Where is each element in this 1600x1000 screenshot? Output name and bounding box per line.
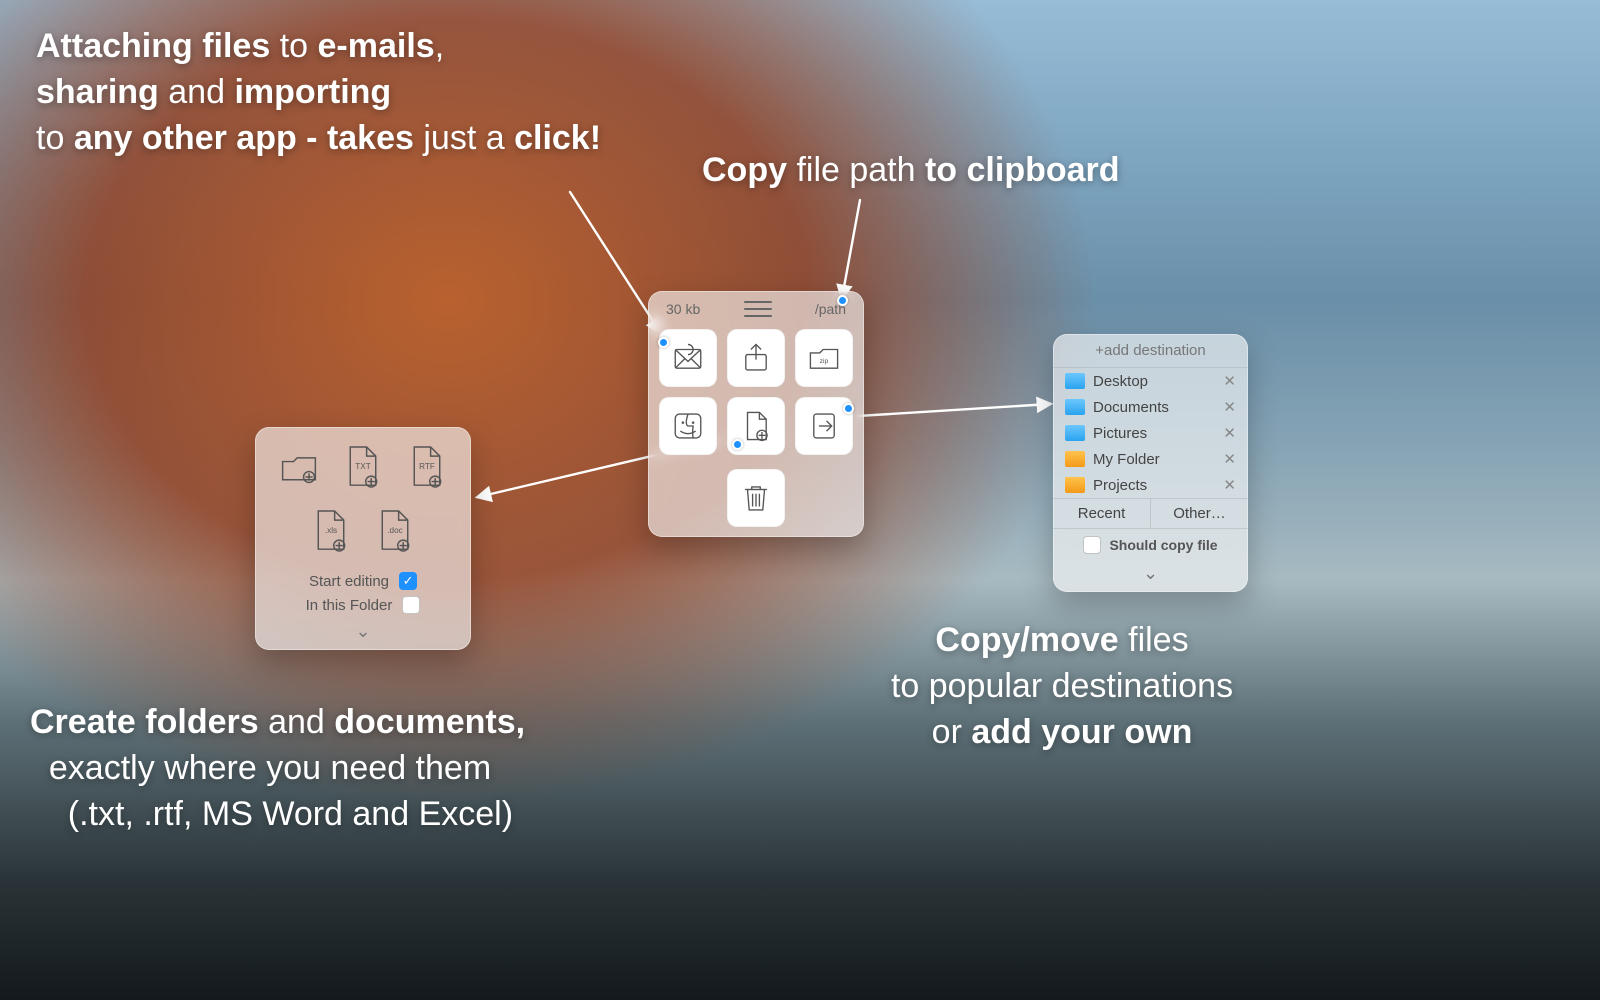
in-this-folder-row[interactable]: In this Folder <box>265 593 461 617</box>
new-rtf-button[interactable]: RTF <box>401 441 453 493</box>
chevron-down-icon[interactable]: ⌄ <box>265 617 461 642</box>
should-copy-label: Should copy file <box>1109 537 1217 553</box>
destination-list: Desktop ✕ Documents ✕ Pictures ✕ My Fold… <box>1053 368 1248 498</box>
connector-dot <box>837 295 848 306</box>
callout-copy-move: Copy/move filesto popular destinationsor… <box>822 618 1302 756</box>
file-size-label: 30 kb <box>666 301 700 317</box>
remove-destination-icon[interactable]: ✕ <box>1223 450 1236 468</box>
destination-label: Pictures <box>1093 425 1147 442</box>
share-button[interactable] <box>727 329 785 387</box>
connector-dot <box>732 439 743 450</box>
should-copy-checkbox[interactable] <box>1083 536 1101 554</box>
new-folder-button[interactable] <box>273 441 325 493</box>
connector-dot <box>658 337 669 348</box>
callout-attach-files: Attaching files to e-mails,sharing and i… <box>36 24 601 162</box>
svg-text:.xls: .xls <box>325 526 337 535</box>
new-xls-button[interactable]: .xls <box>305 505 357 557</box>
destination-item[interactable]: Projects ✕ <box>1053 472 1248 498</box>
trash-icon <box>739 481 773 515</box>
folder-icon <box>1065 425 1085 441</box>
tab-other[interactable]: Other… <box>1151 499 1248 528</box>
connector-dot <box>843 403 854 414</box>
destination-label: Documents <box>1093 399 1169 416</box>
reveal-in-finder-button[interactable] <box>659 397 717 455</box>
destination-label: Desktop <box>1093 373 1148 390</box>
destination-label: Projects <box>1093 477 1147 494</box>
share-icon <box>739 341 773 375</box>
folder-icon <box>1065 373 1085 389</box>
email-button[interactable] <box>659 329 717 387</box>
main-panel-header: 30 kb /path <box>648 291 864 323</box>
create-documents-panel: TXT RTF .xls .doc Start editing ✓ In thi… <box>255 427 471 650</box>
start-editing-label: Start editing <box>309 573 389 590</box>
svg-text:TXT: TXT <box>355 462 370 471</box>
new-doc-button[interactable]: .doc <box>369 505 421 557</box>
destination-item[interactable]: Desktop ✕ <box>1053 368 1248 394</box>
remove-destination-icon[interactable]: ✕ <box>1223 424 1236 442</box>
folder-icon <box>1065 451 1085 467</box>
folder-icon <box>1065 477 1085 493</box>
add-destination-button[interactable]: +add destination <box>1053 334 1248 368</box>
zip-button[interactable]: zip <box>795 329 853 387</box>
destination-label: My Folder <box>1093 451 1160 468</box>
start-editing-row[interactable]: Start editing ✓ <box>265 569 461 593</box>
trash-button[interactable] <box>727 469 785 527</box>
chevron-down-icon[interactable]: ⌄ <box>1053 561 1248 592</box>
tab-recent[interactable]: Recent <box>1053 499 1151 528</box>
zip-icon: zip <box>807 341 841 375</box>
main-actions-panel: 30 kb /path zip <box>648 291 864 537</box>
callout-create-documents: Create folders and documents, exactly wh… <box>30 700 525 838</box>
remove-destination-icon[interactable]: ✕ <box>1223 476 1236 494</box>
start-editing-checkbox[interactable]: ✓ <box>399 572 417 590</box>
destination-item[interactable]: Pictures ✕ <box>1053 420 1248 446</box>
svg-text:.doc: .doc <box>387 526 402 535</box>
finder-icon <box>671 409 705 443</box>
svg-text:zip: zip <box>820 358 829 365</box>
menu-icon[interactable] <box>744 301 772 317</box>
remove-destination-icon[interactable]: ✕ <box>1223 398 1236 416</box>
folder-icon <box>1065 399 1085 415</box>
should-copy-row[interactable]: Should copy file <box>1053 529 1248 561</box>
move-to-icon <box>807 409 841 443</box>
destination-item[interactable]: My Folder ✕ <box>1053 446 1248 472</box>
email-icon <box>671 341 705 375</box>
svg-text:RTF: RTF <box>419 462 435 471</box>
new-txt-button[interactable]: TXT <box>337 441 389 493</box>
callout-copy-path: Copy file path to clipboard <box>702 148 1120 194</box>
destination-item[interactable]: Documents ✕ <box>1053 394 1248 420</box>
in-this-folder-label: In this Folder <box>306 597 393 614</box>
in-this-folder-checkbox[interactable] <box>402 596 420 614</box>
destinations-panel: +add destination Desktop ✕ Documents ✕ P… <box>1053 334 1248 592</box>
remove-destination-icon[interactable]: ✕ <box>1223 372 1236 390</box>
main-actions-grid: zip <box>648 323 864 461</box>
new-file-icon <box>739 409 773 443</box>
